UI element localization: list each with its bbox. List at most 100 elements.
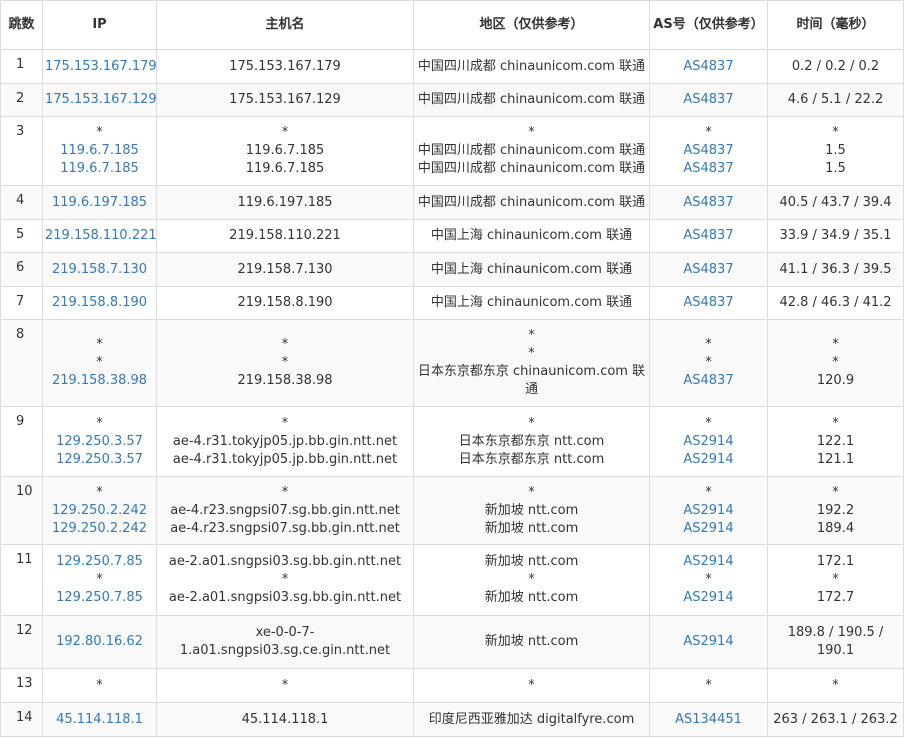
ip-link[interactable]: 129.250.3.57 xyxy=(45,433,154,451)
asn-link[interactable]: AS4837 xyxy=(652,227,765,245)
time-cell: 40.5 / 43.7 / 39.4 xyxy=(767,185,904,220)
host-text: ae-4.r23.sngpsi07.sg.bb.gin.ntt.net xyxy=(170,520,400,536)
asn-link[interactable]: AS2914 xyxy=(652,451,765,469)
time-text: * xyxy=(832,415,839,431)
ip-link[interactable]: 129.250.3.57 xyxy=(45,451,154,469)
asn-link[interactable]: AS4837 xyxy=(652,261,765,279)
region-cell: * 日本东京都东京 ntt.com 日本东京都东京 ntt.com xyxy=(413,406,650,477)
table-row: 11 129.250.7.85 * 129.250.7.85 ae-2.a01.sngp… xyxy=(0,544,904,616)
asn-link[interactable]: AS2914 xyxy=(652,633,765,651)
host-text: * xyxy=(281,572,289,587)
asn-cell: AS134451 xyxy=(649,702,768,737)
table-row: 12 192.80.16.62 xe-0-0-7- 1.a01.sngpsi03.sg… xyxy=(0,615,904,669)
asn-cell: AS2914 xyxy=(649,615,768,669)
ip-link[interactable]: 129.250.7.85 xyxy=(45,553,154,571)
host-text: * xyxy=(281,125,289,140)
hop-cell: 4 xyxy=(0,185,43,220)
ip-link[interactable]: 129.250.7.85 xyxy=(45,589,154,607)
ip-cell: 175.153.167.129 xyxy=(42,83,157,117)
asn-link[interactable]: AS2914 xyxy=(652,589,765,607)
header-time: 时间（毫秒） xyxy=(767,0,904,50)
region-cell: 新加坡 ntt.com xyxy=(413,615,650,669)
region-text: 日本东京都东京 ntt.com xyxy=(458,451,605,467)
region-text: 新加坡 ntt.com xyxy=(484,590,579,605)
ip-link[interactable]: 219.158.8.190 xyxy=(45,294,154,312)
time-text: 192.2 xyxy=(816,502,855,518)
table-row: 14 45.114.118.1 45.114.118.1 印度尼西亚雅加达 digit… xyxy=(0,702,904,737)
asn-link[interactable]: AS4837 xyxy=(652,160,765,178)
asn-link[interactable]: AS134451 xyxy=(652,711,765,729)
ip-text: * xyxy=(96,355,103,370)
asn-text: * xyxy=(705,415,712,431)
ip-link[interactable]: 119.6.7.185 xyxy=(45,160,154,178)
hop-cell: 10 xyxy=(0,476,43,545)
ip-link[interactable]: 129.250.2.242 xyxy=(45,502,154,520)
header-hostname: 主机名 xyxy=(156,0,414,50)
time-text: 189.8 / 190.5 / xyxy=(787,625,884,640)
time-cell: * 1.5 1.5 xyxy=(767,116,904,186)
hop-cell: 3 xyxy=(0,116,43,186)
ip-link[interactable]: 175.153.167.179 xyxy=(45,58,157,76)
ip-text: * xyxy=(96,572,103,587)
asn-text: * xyxy=(705,677,712,693)
host-text: xe-0-0-7- xyxy=(255,625,315,640)
hostname-cell: 45.114.118.1 xyxy=(156,702,414,737)
region-text: 日本东京都东京 chinaunicom.com 联 xyxy=(417,364,646,379)
region-text: 印度尼西亚雅加达 digitalfyre.com xyxy=(428,711,635,727)
ip-link[interactable]: 219.158.110.221 xyxy=(45,227,157,245)
ip-link[interactable]: 219.158.38.98 xyxy=(45,372,154,390)
ip-link[interactable]: 119.6.197.185 xyxy=(45,194,154,212)
asn-link[interactable]: AS4837 xyxy=(652,91,765,109)
time-text: 41.1 / 36.3 / 39.5 xyxy=(779,261,892,277)
hostname-cell: 175.153.167.129 xyxy=(156,83,414,117)
ip-link[interactable]: 129.250.2.242 xyxy=(45,520,154,538)
ip-link[interactable]: 45.114.118.1 xyxy=(45,711,154,729)
hop-cell: 8 xyxy=(0,319,43,407)
ip-cell: 219.158.8.190 xyxy=(42,286,157,320)
region-text: * xyxy=(528,328,535,343)
asn-link[interactable]: AS2914 xyxy=(652,553,765,571)
hostname-cell: ae-2.a01.sngpsi03.sg.bb.gin.ntt.net * ae-2… xyxy=(156,544,414,616)
ip-link[interactable]: 175.153.167.129 xyxy=(45,91,157,109)
ip-cell: * 129.250.2.242 129.250.2.242 xyxy=(42,476,157,545)
ip-link[interactable]: 192.80.16.62 xyxy=(45,633,154,651)
hostname-cell: 219.158.8.190 xyxy=(156,286,414,320)
asn-link[interactable]: AS2914 xyxy=(652,433,765,451)
host-text: 175.153.167.129 xyxy=(229,92,341,107)
asn-link[interactable]: AS4837 xyxy=(652,194,765,212)
region-cell: * * 日本东京都东京 chinaunicom.com 联通 xyxy=(413,319,650,407)
host-text: ae-2.a01.sngpsi03.sg.bb.gin.ntt.net xyxy=(168,554,402,569)
asn-cell: * AS2914 AS2914 xyxy=(649,476,768,545)
time-cell: 33.9 / 34.9 / 35.1 xyxy=(767,219,904,253)
asn-link[interactable]: AS4837 xyxy=(652,372,765,390)
asn-link[interactable]: AS4837 xyxy=(652,58,765,76)
region-text: 新加坡 ntt.com xyxy=(484,520,579,536)
asn-text: * xyxy=(705,337,712,352)
time-cell: 189.8 / 190.5 / 190.1 xyxy=(767,615,904,669)
ip-cell: * 119.6.7.185 119.6.7.185 xyxy=(42,116,157,186)
asn-link[interactable]: AS2914 xyxy=(652,520,765,538)
hostname-cell: xe-0-0-7- 1.a01.sngpsi03.sg.ce.gin.ntt.ne… xyxy=(156,615,414,669)
ip-link[interactable]: 219.158.7.130 xyxy=(45,261,154,279)
asn-link[interactable]: AS4837 xyxy=(652,142,765,160)
asn-cell: AS4837 xyxy=(649,83,768,117)
time-text: 1.5 xyxy=(825,161,846,176)
ip-cell: 219.158.110.221 xyxy=(42,219,157,253)
ip-cell: 45.114.118.1 xyxy=(42,702,157,737)
hostname-cell: 119.6.197.185 xyxy=(156,185,414,220)
time-text: * xyxy=(832,677,839,693)
asn-link[interactable]: AS2914 xyxy=(652,502,765,520)
time-text: * xyxy=(832,572,839,587)
ip-link[interactable]: 119.6.7.185 xyxy=(45,142,154,160)
host-text: * xyxy=(281,337,289,352)
hop-cell: 7 xyxy=(0,286,43,320)
time-text: 1.5 xyxy=(825,143,846,158)
region-text: * xyxy=(528,346,535,361)
region-text: 新加坡 ntt.com xyxy=(484,634,579,649)
asn-link[interactable]: AS4837 xyxy=(652,294,765,312)
host-text: ae-2.a01.sngpsi03.sg.bb.gin.ntt.net xyxy=(168,590,402,605)
region-text: * xyxy=(528,572,535,587)
region-text: 新加坡 ntt.com xyxy=(484,554,579,569)
ip-cell: * * 219.158.38.98 xyxy=(42,319,157,407)
host-text: 219.158.38.98 xyxy=(237,373,333,388)
